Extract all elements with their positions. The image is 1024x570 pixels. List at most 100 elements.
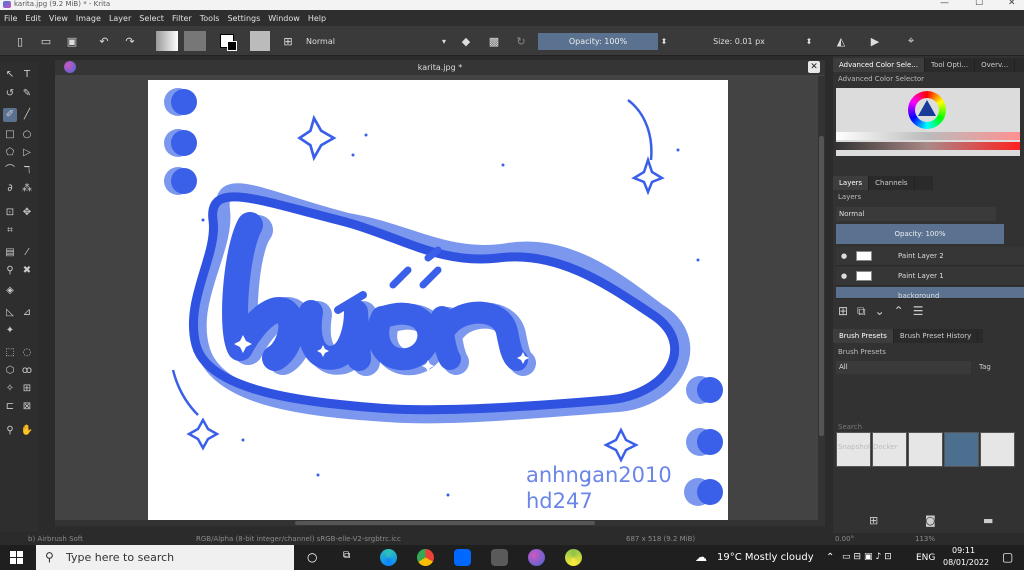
select-shapes-icon[interactable]: ↖ [3, 68, 17, 82]
app-icon[interactable] [565, 549, 582, 566]
menu-settings[interactable]: Settings [227, 14, 260, 23]
rectangle-tool-icon[interactable]: □ [3, 128, 17, 142]
menu-window[interactable]: Window [268, 14, 300, 23]
tab-advanced-color[interactable]: Advanced Color Sele... [833, 58, 925, 72]
tab-brush-presets[interactable]: Brush Presets [833, 329, 894, 343]
polygon-tool-icon[interactable]: ⬠ [3, 146, 17, 160]
magnetic-select-icon[interactable]: ⊠ [20, 400, 34, 414]
preset-search[interactable]: Search [838, 423, 862, 431]
new-document-icon[interactable]: ▯ [12, 31, 28, 51]
color-picker-icon[interactable]: ⁄ [20, 246, 34, 260]
document-tab[interactable]: karita.jpg * [55, 60, 825, 75]
open-folder-icon[interactable]: ▭ [38, 31, 54, 51]
edit-shapes-icon[interactable]: ↺ [3, 87, 17, 101]
enclose-fill-icon[interactable]: ◈ [3, 284, 17, 298]
workspace-icon[interactable]: ⊞ [280, 31, 296, 51]
cortana-icon[interactable]: ○ [307, 550, 317, 564]
color-wheel[interactable] [908, 91, 946, 129]
eye-icon[interactable]: ● [841, 247, 847, 266]
opacity-slider[interactable]: Opacity: 100% [538, 33, 658, 50]
eraser-icon[interactable]: ◆ [458, 31, 474, 51]
menu-file[interactable]: File [4, 14, 17, 23]
color-selector[interactable] [836, 88, 1020, 156]
camera-icon[interactable]: ◙ [925, 514, 936, 527]
tray-icons[interactable]: ▭⊟▣♪⊡ [842, 552, 895, 562]
tab-layers[interactable]: Layers [833, 176, 870, 190]
freehand-brush-icon[interactable]: ✐ [3, 108, 17, 122]
multibrush-icon[interactable]: ⁂ [20, 182, 34, 196]
line-tool-icon[interactable]: ╱ [20, 108, 34, 122]
wrap-around-icon[interactable]: ⌖ [902, 31, 920, 51]
freehand-select-icon[interactable]: ꝏ [20, 364, 34, 378]
tag-button[interactable]: Tag [979, 361, 991, 374]
brush-preset[interactable] [980, 432, 1015, 467]
zalo-icon[interactable] [454, 549, 471, 566]
fg-bg-color-icon[interactable] [216, 31, 238, 51]
menu-edit[interactable]: Edit [25, 14, 41, 23]
opacity-spin-icon[interactable]: ⬍ [660, 31, 668, 51]
windows-start-icon[interactable] [10, 551, 23, 564]
edge-icon[interactable] [380, 549, 397, 566]
menu-view[interactable]: View [49, 14, 68, 23]
layer-opacity-slider[interactable]: Opacity: 100% [836, 224, 1004, 244]
blend-mode-select[interactable]: Normal ▾ [302, 33, 450, 50]
h-scroll-thumb[interactable] [295, 521, 595, 525]
tab-overview[interactable]: Overv... [975, 58, 1016, 72]
dynamic-brush-icon[interactable]: ∂ [3, 182, 17, 196]
ellipse-tool-icon[interactable]: ○ [20, 128, 34, 142]
text-tool-icon[interactable]: T [20, 68, 34, 82]
taskbar-search[interactable]: ⚲ Type here to search [36, 545, 294, 570]
tray-chevron-icon[interactable]: ⌃ [826, 552, 834, 563]
fill-tool-icon[interactable]: ✖ [20, 264, 34, 278]
tab-preset-history[interactable]: Brush Preset History [894, 329, 979, 343]
move-tool-icon[interactable]: ✥ [20, 206, 34, 220]
similar-select-icon[interactable]: ⊞ [20, 382, 34, 396]
canvas[interactable]: anhngan2010 hd247 [148, 80, 728, 520]
weather-text[interactable]: 19°C Mostly cloudy [717, 552, 814, 563]
menu-image[interactable]: Image [76, 14, 101, 23]
minimize-button[interactable]: — [940, 0, 949, 8]
layer-row[interactable]: ● Paint Layer 2 [836, 247, 1024, 266]
rect-select-icon[interactable]: ⬚ [3, 346, 17, 360]
transform-tool-icon[interactable]: ⊡ [3, 206, 17, 220]
calligraphy-icon[interactable]: ✎ [20, 87, 34, 101]
horizontal-scrollbar[interactable] [55, 520, 825, 526]
clock-time[interactable]: 09:11 [952, 546, 975, 555]
ellipse-select-icon[interactable]: ◌ [20, 346, 34, 360]
close-document-button[interactable]: ✕ [808, 61, 820, 73]
menu-help[interactable]: Help [308, 14, 326, 23]
hue-strip[interactable] [836, 132, 1020, 140]
polyline-tool-icon[interactable]: ▷ [20, 146, 34, 160]
size-spin-icon[interactable]: ⬍ [805, 31, 813, 51]
layer-actions[interactable]: ⊞⧉⌄⌃☰ [838, 304, 933, 319]
undo-icon[interactable]: ↶ [96, 31, 112, 51]
brush-preset-icon[interactable] [250, 31, 270, 51]
pan-tool-icon[interactable]: ✋ [20, 424, 34, 438]
preset-filter-select[interactable]: All [836, 361, 971, 374]
notification-icon[interactable]: ▢ [1002, 550, 1013, 564]
clock-date[interactable]: 08/01/2022 [943, 558, 989, 567]
menu-select[interactable]: Select [139, 14, 164, 23]
reload-icon[interactable]: ↻ [513, 31, 529, 51]
contiguous-select-icon[interactable]: ✧ [3, 382, 17, 396]
freehand-path-icon[interactable]: ℸ [20, 164, 34, 178]
size-slider[interactable]: Size: 0.01 px [674, 33, 804, 50]
saturation-strip[interactable] [836, 142, 1020, 150]
app-icon[interactable] [491, 549, 508, 566]
tab-channels[interactable]: Channels [869, 176, 915, 190]
redo-icon[interactable]: ↷ [122, 31, 138, 51]
brush-preset[interactable] [908, 432, 943, 467]
mirror-vertical-icon[interactable]: ▶ [866, 31, 884, 51]
save-icon[interactable]: ▣ [64, 31, 80, 51]
tab-tool-options[interactable]: Tool Opti... [925, 58, 976, 72]
mirror-horizontal-icon[interactable]: ◭ [832, 31, 850, 51]
eye-icon[interactable]: ● [841, 267, 847, 286]
polygon-select-icon[interactable]: ⬡ [3, 364, 17, 378]
menu-tools[interactable]: Tools [200, 14, 220, 23]
reference-tool-icon[interactable]: ✦ [3, 324, 17, 338]
bezier-select-icon[interactable]: ⊏ [3, 400, 17, 414]
bezier-tool-icon[interactable]: ⌒ [3, 164, 17, 178]
menu-layer[interactable]: Layer [109, 14, 131, 23]
layer-blend-select[interactable]: Normal [836, 207, 996, 221]
language-indicator[interactable]: ENG [916, 553, 935, 563]
